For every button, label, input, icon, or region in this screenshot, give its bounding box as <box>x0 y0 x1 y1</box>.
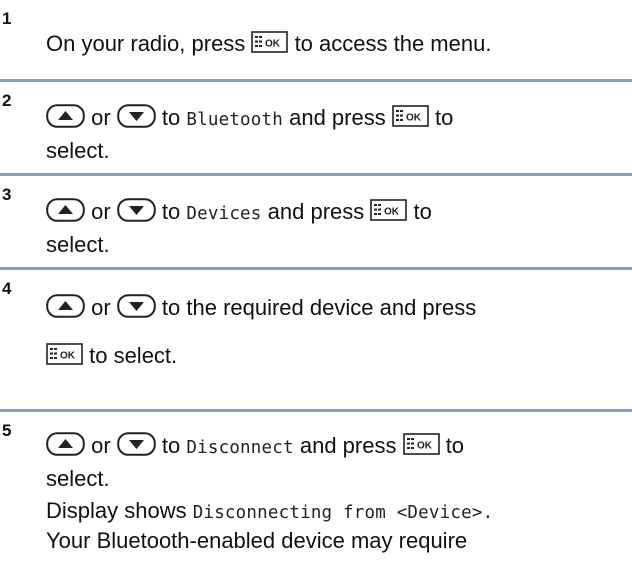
step-text-line: or to Disconnect and press to <box>46 433 464 461</box>
down-arrow-key-icon <box>117 294 156 318</box>
divider <box>0 409 632 412</box>
step-text: Display shows <box>46 498 193 523</box>
menu-item-name: Devices <box>186 204 262 224</box>
step-text-line: Display shows Disconnecting from <Device… <box>46 498 493 526</box>
step-text-line: or to Bluetooth and press to <box>46 105 453 133</box>
step-number: 4 <box>2 279 12 298</box>
step-text: or <box>85 433 117 458</box>
step-text: to <box>439 433 465 458</box>
display-message: Disconnecting from <Device>. <box>192 503 494 523</box>
menu-ok-key-icon <box>370 199 407 221</box>
step-text: and press <box>283 105 392 130</box>
menu-ok-key-icon <box>251 31 288 53</box>
down-arrow-key-icon <box>117 104 156 128</box>
up-arrow-key-icon <box>46 294 85 318</box>
step-text-line: select. <box>46 466 110 491</box>
down-arrow-key-icon <box>117 432 156 456</box>
step-text: to access the menu. <box>294 31 492 56</box>
step-text: to select. <box>83 343 178 368</box>
step-number: 3 <box>2 185 12 204</box>
divider <box>0 173 632 176</box>
step-text: or <box>85 199 117 224</box>
step-text: and press <box>293 433 403 458</box>
step-text-line: select. <box>46 138 110 163</box>
step-text-line: or to Devices and press to <box>46 199 432 227</box>
step-text: to the required device and press <box>155 295 477 320</box>
menu-ok-key-icon <box>392 105 429 127</box>
step-text: On your radio, press <box>46 31 246 56</box>
step-number: 2 <box>2 91 12 110</box>
step-text: to <box>155 433 187 458</box>
menu-ok-key-icon <box>46 343 83 365</box>
step-text: to <box>155 199 187 224</box>
divider <box>0 79 632 82</box>
down-arrow-key-icon <box>117 198 156 222</box>
up-arrow-key-icon <box>46 432 85 456</box>
step-text: to <box>428 105 454 130</box>
step-text-line: On your radio, press to access the menu. <box>46 31 491 57</box>
step-text-line: to select. <box>46 343 177 369</box>
menu-item-name: Disconnect <box>186 438 294 458</box>
step-text: or <box>85 105 117 130</box>
divider <box>0 267 632 270</box>
step-text-line: Your Bluetooth-enabled device may requir… <box>46 528 468 553</box>
step-text: and press <box>261 199 371 224</box>
menu-ok-key-icon <box>403 433 440 455</box>
up-arrow-key-icon <box>46 198 85 222</box>
step-number: 1 <box>2 9 12 28</box>
step-number: 5 <box>2 421 12 440</box>
up-arrow-key-icon <box>46 104 85 128</box>
step-text-line: or to the required device and press <box>46 295 476 321</box>
step-text: to <box>407 199 432 224</box>
step-text: to <box>155 105 187 130</box>
step-text: or <box>85 295 117 320</box>
menu-item-name: Bluetooth <box>186 110 283 130</box>
step-text-line: select. <box>46 232 110 257</box>
